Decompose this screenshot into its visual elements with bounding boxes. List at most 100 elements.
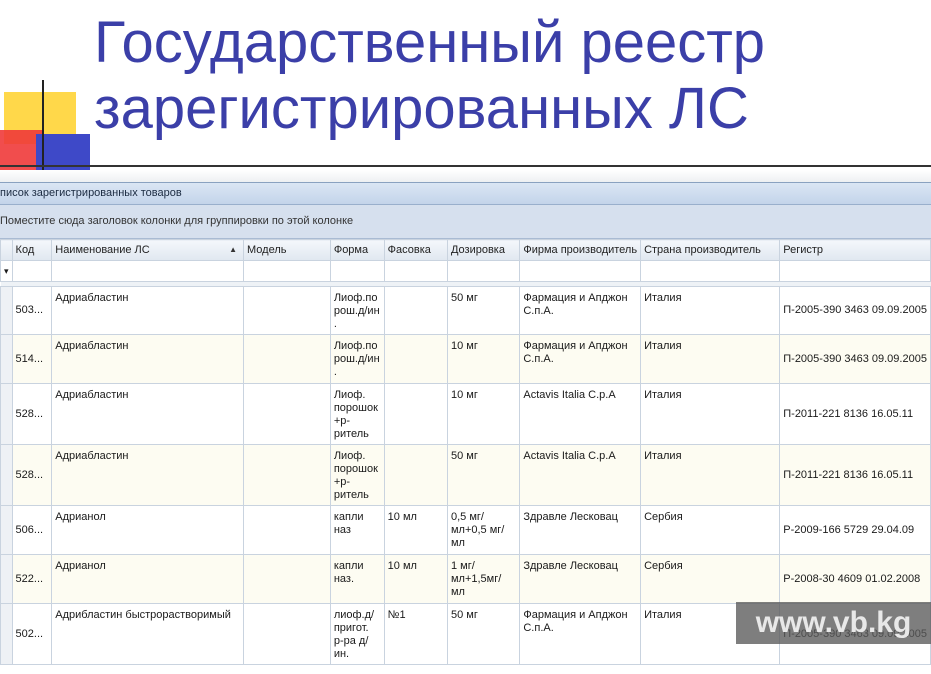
filter-cell[interactable]	[11, 260, 53, 282]
filter-cell[interactable]	[243, 260, 331, 282]
cell-form: Лиоф. порошок +р-ритель	[329, 444, 385, 506]
table-row[interactable]: 506... Адрианол капли наз 10 мл 0,5 мг/м…	[0, 505, 931, 555]
cell-code: 514...	[11, 334, 53, 384]
cell-name: Адриабластин	[51, 334, 244, 384]
col-header-maker[interactable]: Фирма производитель	[519, 239, 642, 261]
cell-pack: 10 мл	[383, 505, 448, 555]
cell-country: Италия	[640, 334, 781, 384]
col-header-code[interactable]: Код	[11, 239, 53, 261]
cell-code: 502...	[11, 603, 53, 665]
cell-register: П-2011-221 8136 16.05.11	[779, 444, 931, 506]
cell-maker: Actavis Italia C.p.A	[519, 444, 642, 506]
cell-model	[243, 383, 331, 445]
cell-register: П-2005-390 3463 09.09.2005	[779, 334, 931, 384]
decor-fade	[0, 170, 931, 182]
cell-form: Лиоф.по рош.д/ин .	[329, 286, 385, 335]
cell-form: капли наз	[329, 505, 385, 555]
filter-cell[interactable]	[779, 260, 931, 282]
col-header-pack[interactable]: Фасовка	[383, 239, 448, 261]
cell-name: Адрианол	[51, 505, 244, 555]
cell-register: Р-2009-166 5729 29.04.09	[779, 505, 931, 555]
cell-register: П-2011-221 8136 16.05.11	[779, 383, 931, 445]
filter-cell[interactable]	[51, 260, 244, 282]
watermark-logo: www.vb.kg	[736, 602, 931, 644]
cell-name: Адрибластин быстрорастворимый	[51, 603, 244, 665]
group-by-panel[interactable]: Поместите сюда заголовок колонки для гру…	[0, 205, 931, 239]
cell-maker: Здравле Лесковац	[519, 505, 642, 555]
cell-country: Италия	[640, 383, 781, 445]
cell-dose: 50 мг	[446, 444, 521, 506]
slide-title: Государственный реестр зарегистрированны…	[94, 10, 914, 142]
cell-dose: 50 мг	[446, 286, 521, 335]
cell-pack	[383, 286, 448, 335]
filter-pin-icon: ▾	[0, 260, 13, 282]
window-title: писок зарегистрированных товаров	[0, 183, 931, 205]
cell-name: Адриабластин	[51, 444, 244, 506]
row-indicator[interactable]	[0, 286, 13, 335]
row-indicator[interactable]	[0, 505, 13, 555]
cell-model	[243, 505, 331, 555]
registry-window: писок зарегистрированных товаров Помести…	[0, 182, 931, 674]
cell-form: Лиоф.по рош.д/ин .	[329, 334, 385, 384]
cell-dose: 10 мг	[446, 383, 521, 445]
row-indicator[interactable]	[0, 334, 13, 384]
cell-code: 528...	[11, 383, 53, 445]
cell-country: Сербия	[640, 505, 781, 555]
cell-dose: 10 мг	[446, 334, 521, 384]
filter-cell[interactable]	[383, 260, 448, 282]
filter-cell[interactable]	[446, 260, 521, 282]
cell-pack	[383, 444, 448, 506]
cell-pack	[383, 334, 448, 384]
table-row[interactable]: 522... Адрианол капли наз. 10 мл 1 мг/мл…	[0, 554, 931, 604]
cell-name: Адриабластин	[51, 286, 244, 335]
cell-model	[243, 286, 331, 335]
slide-title-line2: зарегистрированных ЛС	[94, 76, 749, 141]
table-row[interactable]: 503... Адриабластин Лиоф.по рош.д/ин . 5…	[0, 286, 931, 335]
column-header-row: Код Наименование ЛС ▲ Модель Форма Фасовк…	[0, 239, 931, 261]
cell-register: Р-2008-30 4609 01.02.2008	[779, 554, 931, 604]
cell-form: капли наз.	[329, 554, 385, 604]
cell-model	[243, 603, 331, 665]
cell-pack: №1	[383, 603, 448, 665]
filter-row[interactable]: ▾	[0, 260, 931, 282]
cell-maker: Фармация и Апджон С.п.А.	[519, 334, 642, 384]
filter-cell[interactable]	[329, 260, 385, 282]
cell-country: Сербия	[640, 554, 781, 604]
table-row[interactable]: 528... Адриабластин Лиоф. порошок +р-рит…	[0, 444, 931, 506]
cell-model	[243, 554, 331, 604]
cell-maker: Фармация и Апджон С.п.А.	[519, 286, 642, 335]
cell-dose: 0,5 мг/мл+0,5 мг/мл	[446, 505, 521, 555]
sort-ascending-icon: ▲	[229, 245, 237, 254]
col-header-name[interactable]: Наименование ЛС ▲	[51, 239, 244, 261]
col-header-country[interactable]: Страна производитель	[640, 239, 781, 261]
cell-pack: 10 мл	[383, 554, 448, 604]
row-indicator[interactable]	[0, 444, 13, 506]
cell-name: Адрианол	[51, 554, 244, 604]
cell-code: 506...	[11, 505, 53, 555]
filter-cell[interactable]	[640, 260, 781, 282]
table-row[interactable]: 528... Адриабластин Лиоф. порошок +р-рит…	[0, 383, 931, 445]
cell-maker: Actavis Italia C.p.A	[519, 383, 642, 445]
cell-country: Италия	[640, 444, 781, 506]
cell-model	[243, 334, 331, 384]
col-header-form[interactable]: Форма	[329, 239, 385, 261]
cell-dose: 1 мг/мл+1,5мг/ мл	[446, 554, 521, 604]
cell-maker: Здравле Лесковац	[519, 554, 642, 604]
cell-code: 522...	[11, 554, 53, 604]
slide-title-line1: Государственный реестр	[94, 10, 766, 75]
cell-code: 503...	[11, 286, 53, 335]
row-indicator[interactable]	[0, 603, 13, 665]
cell-pack	[383, 383, 448, 445]
table-row[interactable]: 514... Адриабластин Лиоф.по рош.д/ин . 1…	[0, 334, 931, 384]
col-header-name-label: Наименование ЛС	[55, 244, 150, 256]
cell-dose: 50 мг	[446, 603, 521, 665]
filter-cell[interactable]	[519, 260, 642, 282]
col-header-dose[interactable]: Дозировка	[446, 239, 521, 261]
col-header-register[interactable]: Регистр	[779, 239, 931, 261]
row-indicator[interactable]	[0, 383, 13, 445]
col-header-model[interactable]: Модель	[243, 239, 331, 261]
cell-register: П-2005-390 3463 09.09.2005	[779, 286, 931, 335]
cell-maker: Фармация и Апджон С.п.А.	[519, 603, 642, 665]
row-indicator[interactable]	[0, 554, 13, 604]
cell-form: лиоф.д/ пригот. р-ра д/ин.	[329, 603, 385, 665]
